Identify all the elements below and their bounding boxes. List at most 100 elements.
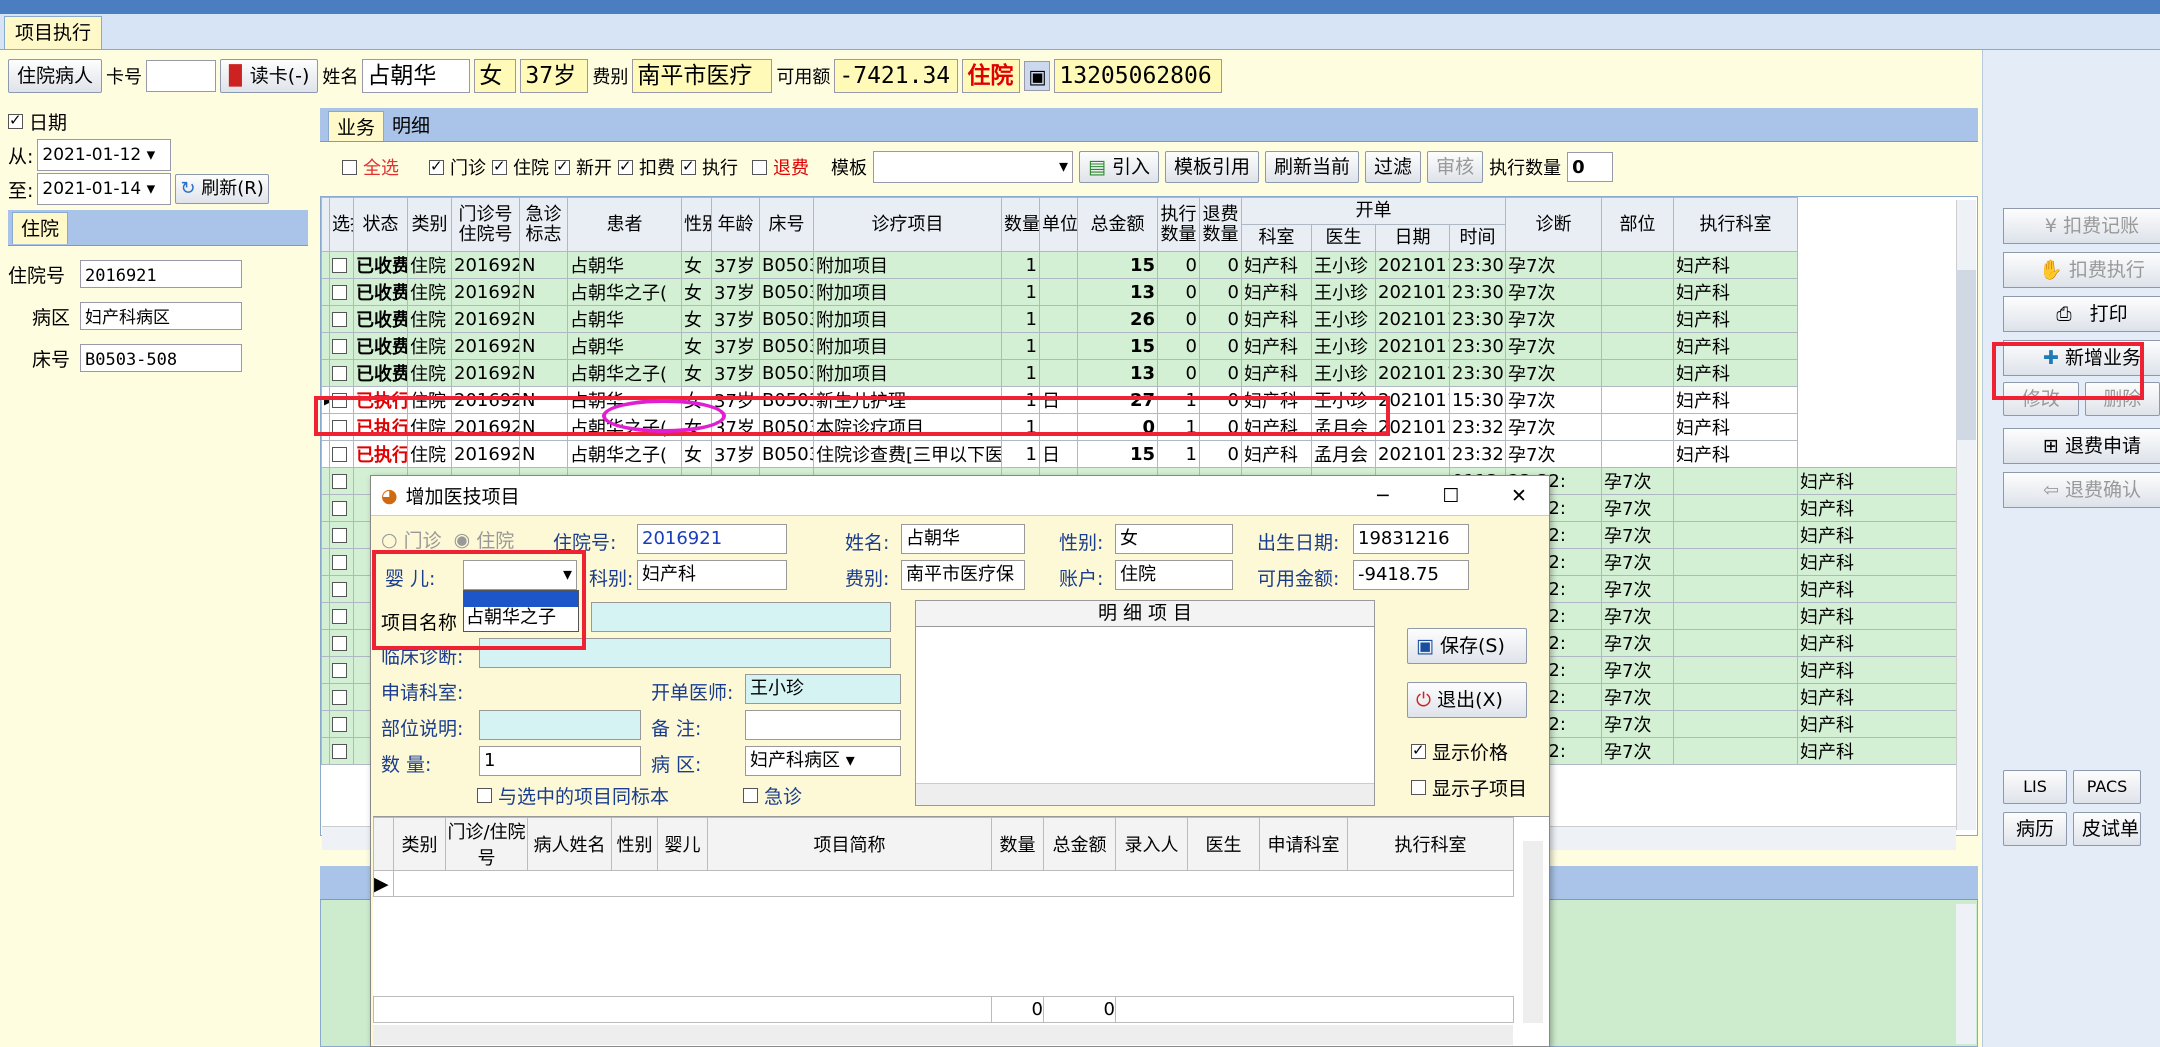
d-show-price[interactable]: 显示价格 <box>1411 738 1508 765</box>
d-birth-field[interactable]: 19831216 <box>1353 524 1469 554</box>
d-emergency[interactable]: 急诊 <box>743 782 802 809</box>
d-same-specimen[interactable]: 与选中的项目同标本 <box>477 782 669 809</box>
row-checkbox[interactable] <box>329 359 354 387</box>
row-checkbox[interactable] <box>329 656 354 684</box>
d-note-field[interactable] <box>745 710 901 740</box>
minimize-icon[interactable]: ─ <box>1353 485 1413 507</box>
table-row[interactable]: 已收费住院2016921N占朝华之子(女37岁B0503附加项目11300妇产科… <box>321 278 1961 306</box>
d-same-specimen-label: 与选中的项目同标本 <box>498 786 670 808</box>
refund-confirm-button[interactable]: ⇦ 退费确认 <box>2003 472 2160 508</box>
inpatient-checkbox[interactable] <box>492 157 507 175</box>
refresh-button[interactable]: ↻ 刷新(R) <box>175 174 269 204</box>
d-dept-field[interactable]: 妇产科 <box>637 560 787 590</box>
radio-inpatient[interactable]: ◉ <box>454 529 471 551</box>
bed-field[interactable]: B0503-508 <box>80 344 242 372</box>
d-show-sub[interactable]: 显示子项目 <box>1411 774 1527 801</box>
exec-count-input[interactable]: 0 <box>1567 152 1614 182</box>
grid-header: 执行 数量 <box>1157 197 1200 252</box>
tab-project-execution[interactable]: 项目执行 <box>4 16 103 49</box>
table-row[interactable]: 已收费住院2016921N占朝华女37岁B0503附加项目11500妇产科王小珍… <box>321 251 1961 279</box>
new-checkbox[interactable] <box>555 157 570 175</box>
d-inpatient-no-field[interactable]: 2016921 <box>637 524 787 554</box>
select-all-checkbox[interactable] <box>342 159 357 175</box>
d-avail-field[interactable]: -9418.75 <box>1353 560 1469 590</box>
table-row[interactable]: 已收费住院2016921N占朝华女37岁B0503附加项目11500妇产科王小珍… <box>321 332 1961 360</box>
card-input[interactable] <box>146 60 217 92</box>
d-qty-field[interactable]: 1 <box>479 746 641 776</box>
d-name-field[interactable]: 占朝华 <box>901 524 1025 554</box>
inpatient-no-field[interactable]: 2016921 <box>80 260 242 288</box>
close-icon[interactable]: ✕ <box>1489 485 1549 507</box>
lower-scrollbar[interactable] <box>1956 904 1976 1044</box>
deduct-checkbox[interactable] <box>618 157 633 175</box>
d-account-field[interactable]: 住院 <box>1115 560 1233 590</box>
import-button[interactable]: ▤ 引入 <box>1079 151 1160 183</box>
outpatient-checkbox[interactable] <box>429 157 444 175</box>
date-checkbox[interactable] <box>8 111 23 129</box>
inpatient-button[interactable]: 住院病人 <box>8 59 103 93</box>
row-checkbox[interactable] <box>329 467 354 495</box>
lis-button[interactable]: LIS <box>2003 770 2067 804</box>
table-row[interactable]: 已收费住院2016921N占朝华之子(女37岁B0503附加项目11300妇产科… <box>321 359 1961 387</box>
row-checkbox[interactable] <box>329 548 354 576</box>
row-checkbox[interactable] <box>329 251 354 279</box>
refresh-current-button[interactable]: 刷新当前 <box>1265 151 1360 183</box>
grid-scroll-thumb[interactable] <box>1956 270 1976 440</box>
d-fee-field[interactable]: 南平市医疗保 <box>901 560 1025 590</box>
tab-business[interactable]: 业务 <box>328 110 385 141</box>
row-checkbox[interactable] <box>329 737 354 765</box>
filter-button[interactable]: 过滤 <box>1365 151 1422 183</box>
ward-field[interactable]: 妇产科病区 <box>80 302 242 330</box>
deduct-record-button[interactable]: ¥ 扣费记账 <box>2003 208 2160 244</box>
template-ref-button[interactable]: 模板引用 <box>1165 151 1260 183</box>
business-tabbar: 业务 明细 <box>320 108 1978 142</box>
detail-hscrollbar[interactable] <box>916 783 1374 805</box>
radio-outpatient[interactable]: ○ <box>381 529 398 551</box>
deduct-exec-button[interactable]: ✋ 扣费执行 <box>2003 252 2160 288</box>
source-radio-group: ○ 门诊 ◉ 住院 <box>381 526 514 553</box>
tab-detail[interactable]: 明细 <box>384 111 438 138</box>
d-item-field[interactable] <box>591 602 891 632</box>
from-date-picker[interactable]: 2021-01-12 ▾ <box>37 139 172 171</box>
row-checkbox[interactable] <box>329 575 354 603</box>
tab-inpatient[interactable]: 住院 <box>12 212 69 244</box>
refund-apply-button[interactable]: ⊞ 退费申请 <box>2003 428 2160 464</box>
cell-total: 13 <box>1077 359 1158 387</box>
d-sex-field[interactable]: 女 <box>1115 524 1233 554</box>
d-save-button[interactable]: ▣ 保存(S) <box>1407 628 1527 664</box>
print-button[interactable]: ⎙ 打印 <box>2003 296 2160 332</box>
execute-checkbox[interactable] <box>681 157 696 175</box>
row-checkbox[interactable] <box>329 278 354 306</box>
row-checkbox[interactable] <box>329 440 354 468</box>
maximize-icon[interactable]: ☐ <box>1421 485 1481 507</box>
d-exit-button[interactable]: ⏻ 退出(X) <box>1407 682 1527 718</box>
medical-record-button[interactable]: 病历 <box>2003 812 2067 846</box>
cell-status: 已执行 <box>353 440 408 468</box>
d-doctor-field[interactable]: 王小珍 <box>745 674 901 704</box>
d-ward-select[interactable]: 妇产科病区 ▾ <box>745 746 901 776</box>
save-disk-icon[interactable]: ▣ <box>1024 61 1051 91</box>
row-checkbox[interactable] <box>329 710 354 738</box>
cell-no: 2016921 <box>451 278 520 306</box>
d-part-field[interactable] <box>479 710 641 740</box>
row-checkbox[interactable] <box>329 332 354 360</box>
dialog-grid-empty-row[interactable] <box>393 870 1514 897</box>
row-checkbox[interactable] <box>329 629 354 657</box>
row-checkbox[interactable] <box>329 305 354 333</box>
dialog-grid-vscrollbar[interactable] <box>1523 841 1543 1023</box>
read-card-button[interactable]: ▉ 读卡(-) <box>220 59 319 93</box>
row-checkbox[interactable] <box>329 494 354 522</box>
row-checkbox[interactable] <box>329 602 354 630</box>
table-row[interactable]: 已收费住院2016921N占朝华女37岁B0503附加项目12600妇产科王小珍… <box>321 305 1961 333</box>
template-select[interactable]: ▾ <box>873 151 1073 183</box>
refund-checkbox[interactable] <box>752 159 767 175</box>
skin-test-button[interactable]: 皮试单 <box>2073 812 2141 846</box>
dialog-grid-hscrollbar[interactable] <box>373 1025 1513 1045</box>
row-checkbox[interactable] <box>329 683 354 711</box>
pacs-button[interactable]: PACS <box>2073 770 2141 804</box>
table-row[interactable]: 已执行住院2016921N占朝华之子(女37岁B0503住院诊查费[三甲以下医1… <box>321 440 1961 468</box>
row-checkbox[interactable] <box>329 521 354 549</box>
to-date-picker[interactable]: 2021-01-14 ▾ <box>37 173 172 205</box>
patient-info-bar: 住院病人 卡号 ▉ 读卡(-) 姓名 占朝华 女 37岁 费别 南平市医疗 可用… <box>8 56 1223 96</box>
audit-button[interactable]: 审核 <box>1427 151 1484 183</box>
